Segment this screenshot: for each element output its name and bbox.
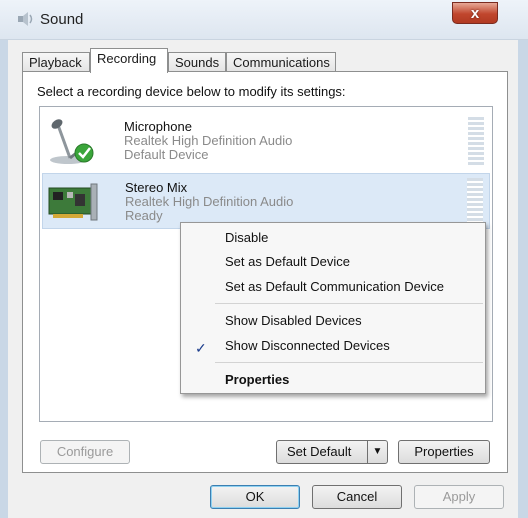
tab-communications[interactable]: Communications (226, 52, 336, 72)
device-status: Default Device (124, 147, 209, 162)
chevron-down-icon[interactable]: ▼ (367, 441, 387, 463)
set-default-label: Set Default (287, 444, 352, 459)
menu-item-show-disabled[interactable]: Show Disabled Devices (183, 310, 483, 332)
ok-button[interactable]: OK (210, 485, 300, 509)
level-meter (467, 178, 483, 226)
close-button[interactable]: x (452, 2, 498, 24)
device-stereo-mix[interactable]: Stereo Mix Realtek High Definition Audio… (42, 173, 490, 229)
menu-item-disable[interactable]: Disable (183, 227, 483, 249)
title-bar: Sound x (0, 0, 528, 40)
window-border-left (0, 40, 8, 518)
level-meter (468, 117, 484, 165)
device-description: Realtek High Definition Audio (124, 133, 293, 148)
device-description: Realtek High Definition Audio (125, 194, 294, 209)
menu-separator (215, 362, 483, 363)
menu-item-label: Show Disconnected Devices (225, 338, 390, 353)
tab-recording[interactable]: Recording (90, 48, 168, 73)
speaker-icon (16, 9, 36, 29)
device-microphone[interactable]: Microphone Realtek High Definition Audio… (42, 113, 490, 169)
set-default-button[interactable]: Set Default ▼ (276, 440, 388, 464)
cancel-button[interactable]: Cancel (312, 485, 402, 509)
device-status: Ready (125, 208, 163, 223)
menu-item-properties[interactable]: Properties (183, 369, 483, 391)
configure-button[interactable]: Configure (40, 440, 130, 464)
menu-separator (215, 303, 483, 304)
menu-item-show-disconnected[interactable]: ✓ Show Disconnected Devices (183, 335, 483, 357)
window-border-right (518, 40, 528, 518)
instruction-text: Select a recording device below to modif… (37, 84, 346, 99)
sound-card-icon (45, 178, 103, 226)
menu-item-set-default-communication[interactable]: Set as Default Communication Device (183, 276, 483, 298)
microphone-icon (44, 117, 102, 165)
context-menu: Disable Set as Default Device Set as Def… (180, 222, 486, 394)
tab-sounds[interactable]: Sounds (168, 52, 226, 72)
properties-button[interactable]: Properties (398, 440, 490, 464)
device-name: Microphone (124, 119, 192, 134)
tab-playback[interactable]: Playback (22, 52, 90, 72)
menu-item-set-default-device[interactable]: Set as Default Device (183, 251, 483, 273)
device-name: Stereo Mix (125, 180, 188, 195)
apply-button[interactable]: Apply (414, 485, 504, 509)
checkmark-icon: ✓ (195, 340, 207, 356)
window-title: Sound (40, 11, 84, 28)
close-icon: x (470, 4, 480, 22)
